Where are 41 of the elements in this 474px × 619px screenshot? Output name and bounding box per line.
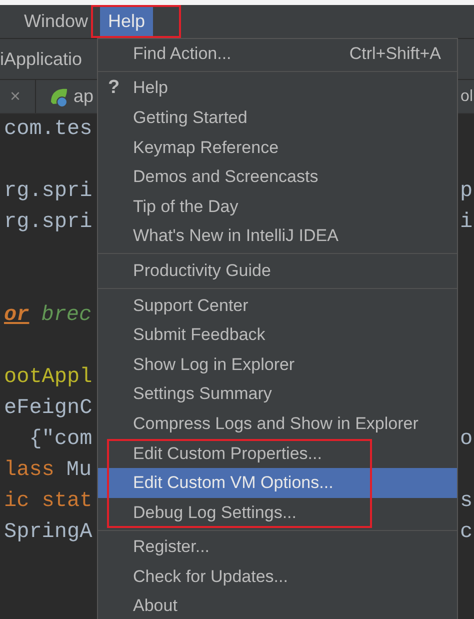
menu-item[interactable]: Settings Summary [98, 380, 457, 410]
menu-item[interactable]: Register... [98, 532, 457, 562]
editor-tab[interactable]: ol [460, 88, 474, 106]
code-text: eFeignC [4, 397, 92, 420]
menu-item[interactable]: Productivity Guide [98, 256, 457, 286]
menu-item[interactable]: Edit Custom VM Options... [98, 468, 457, 498]
menu-item[interactable]: Tip of the Day [98, 192, 457, 222]
code-text: {"com [28, 428, 92, 451]
code-text: s [460, 490, 473, 513]
menu-item[interactable]: What's New in IntelliJ IDEA [98, 222, 457, 252]
menu-item[interactable]: Demos and Screencasts [98, 162, 457, 192]
menu-item[interactable]: Keymap Reference [98, 132, 457, 162]
menu-item[interactable]: Show Log in Explorer [98, 350, 457, 380]
menu-item[interactable]: About [98, 592, 457, 619]
menu-item[interactable]: Check for Updates... [98, 562, 457, 592]
run-config-label[interactable]: iApplicatio [0, 48, 82, 70]
code-text: com.tes [4, 118, 92, 141]
shortcut-text: Ctrl+Shift+A [349, 44, 442, 64]
code-text: p [460, 180, 473, 203]
menu-item[interactable]: Support Center [98, 290, 457, 320]
code-text: rg.spri [4, 180, 92, 203]
menu-item[interactable]: Compress Logs and Show in Explorer [98, 409, 457, 439]
code-comment: brec [41, 304, 92, 327]
editor-tab[interactable]: ap [36, 86, 94, 108]
menu-bar-item[interactable]: Window [16, 5, 96, 38]
menu-item[interactable]: ? Help [98, 74, 457, 104]
code-annotation: ootAppl [4, 366, 92, 389]
code-keyword: ic stat [4, 490, 92, 513]
code-text: rg.spri [4, 211, 92, 234]
doc-tag: or [4, 304, 30, 327]
menu-item[interactable]: Getting Started [98, 103, 457, 133]
code-keyword: lass [4, 459, 54, 482]
menu-item[interactable]: Submit Feedback [98, 320, 457, 350]
code-text: o [460, 428, 473, 451]
code-text: c [460, 521, 473, 544]
help-icon: ? [108, 77, 120, 100]
menu-bar-item[interactable]: Help [100, 7, 154, 36]
menu-item[interactable]: Find Action... Ctrl+Shift+A [98, 39, 457, 69]
code-text: Mu [66, 459, 92, 482]
code-text: SpringA [4, 521, 92, 544]
code-text: i [460, 211, 473, 234]
